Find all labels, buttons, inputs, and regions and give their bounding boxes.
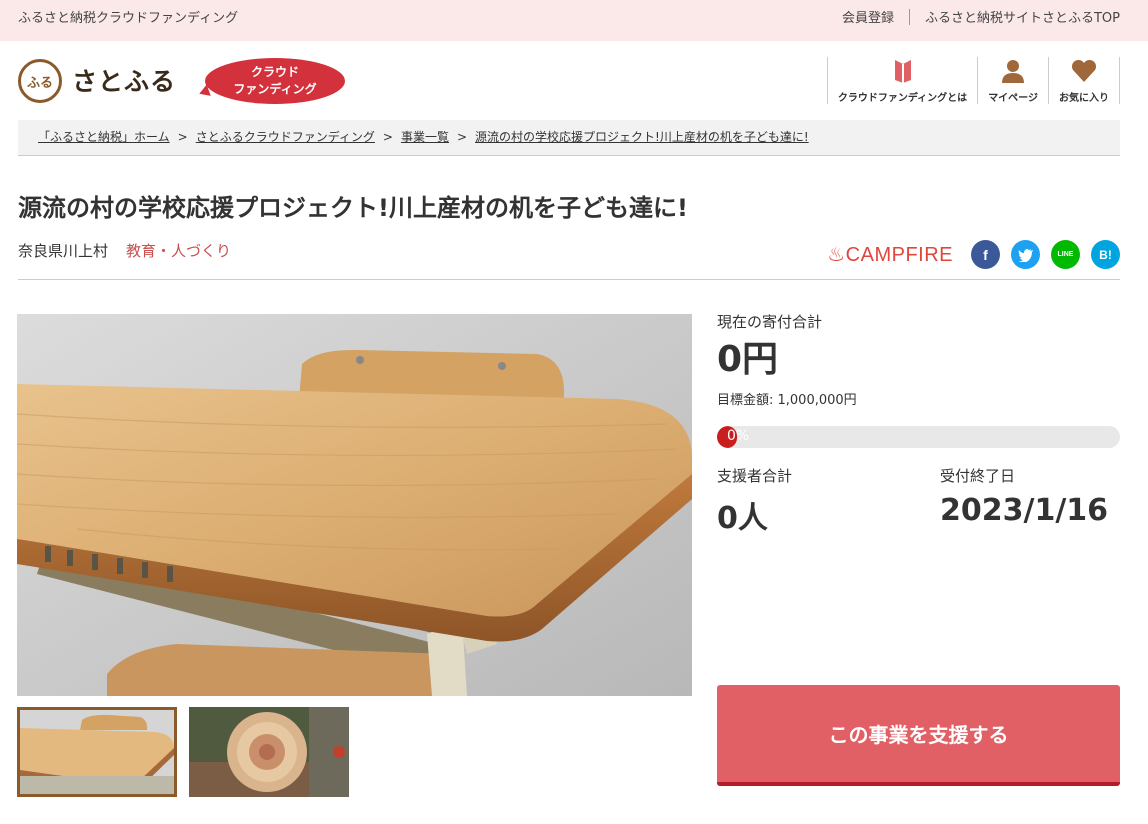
thumbnail-desk[interactable] [17,707,177,797]
crowdfunding-badge[interactable]: クラウド ファンディング [205,58,345,104]
breadcrumb-home[interactable]: 「ふるさと納税」ホーム [38,130,170,144]
header-divider [18,279,1120,280]
satofull-top-link[interactable]: ふるさと納税サイトさとふるTOP [925,7,1120,26]
line-glyph: LINE [1057,251,1074,258]
funding-progress-bar: 0% [717,426,1120,448]
breadcrumb-separator: > [382,130,393,144]
thumbnail-log[interactable] [189,707,349,797]
nav-mypage-label: マイページ [988,93,1038,104]
deadline-label: 受付終了日 [940,467,1016,485]
project-category[interactable]: 教育・人づくり [126,242,231,260]
project-location: 奈良県川上村 [18,242,109,260]
page-title: 源流の村の学校応援プロジェクト!川上産材の机を子ども達に! [18,194,688,222]
book-icon [892,57,914,84]
supporters-label: 支援者合計 [717,467,793,485]
current-total-value: 0円 [717,339,779,380]
cf-badge-line1: クラウド [250,65,299,79]
breadcrumb-separator: > [456,130,468,144]
cf-badge-line2: ファンディング [233,82,317,96]
hatena-bookmark-icon[interactable]: B! [1091,240,1120,269]
deadline-value: 2023/1/16 [940,493,1109,528]
satofull-logo-icon[interactable]: ふる [18,59,62,103]
nav-about-label: クラウドファンディングとは [837,93,968,104]
breadcrumb-projects[interactable]: 事業一覧 [401,130,449,144]
facebook-share-icon[interactable]: f [971,240,1000,269]
top-bar: ふるさと納税クラウドファンディング 会員登録 ふるさと納税サイトさとふるTOP [0,0,1148,41]
supporters-value: 0人 [717,501,768,536]
breadcrumb-current[interactable]: 源流の村の学校応援プロジェクト!川上産材の机を子ども達に! [475,130,809,144]
breadcrumb: 「ふるさと納税」ホーム > さとふるクラウドファンディング > 事業一覧 > 源流の村の学校… [18,120,1120,156]
log-thumbnail-photo [189,707,349,797]
nav-mypage[interactable]: マイページ [977,57,1048,104]
logo-text[interactable]: さとふる [72,62,176,98]
site-header: ふる さとふる クラウド ファンディング クラウドファンディングとは マイページ… [0,41,1148,119]
campfire-label: CAMPFIRE [845,244,953,266]
current-total-label: 現在の寄付合計 [717,313,823,331]
goal-amount: 目標金額: 1,000,000円 [717,393,857,408]
nav-about-crowdfunding[interactable]: クラウドファンディングとは [826,57,977,104]
line-share-icon[interactable]: LINE [1051,240,1080,269]
member-register-link[interactable]: 会員登録 [842,7,894,26]
desk-thumbnail-photo [20,710,174,794]
breadcrumb-separator: > [177,130,188,144]
progress-percent: 0% [727,428,750,444]
desk-photo [17,314,692,696]
hatena-glyph: B! [1099,247,1112,262]
breadcrumb-crowdfunding[interactable]: さとふるクラウドファンディング [196,130,375,144]
share-bar: ♨CAMPFIRE f LINE B! [827,240,1120,269]
user-icon [1000,57,1026,84]
nav-favorites[interactable]: お気に入り [1048,57,1120,104]
site-name: ふるさと納税クラウドファンディング [18,11,239,26]
facebook-glyph: f [983,246,988,263]
project-main-image[interactable] [17,314,692,696]
campfire-logo[interactable]: ♨CAMPFIRE [827,242,953,267]
project-meta: 奈良県川上村 教育・人づくり [18,240,231,261]
twitter-share-icon[interactable] [1011,240,1040,269]
link-divider [908,8,910,25]
support-project-button[interactable]: この事業を支援する [717,685,1120,786]
nav-favorites-label: お気に入り [1059,93,1109,104]
header-nav: クラウドファンディングとは マイページ お気に入り [826,57,1120,104]
heart-icon [1071,57,1097,84]
top-links: 会員登録 ふるさと納税サイトさとふるTOP [842,7,1120,26]
